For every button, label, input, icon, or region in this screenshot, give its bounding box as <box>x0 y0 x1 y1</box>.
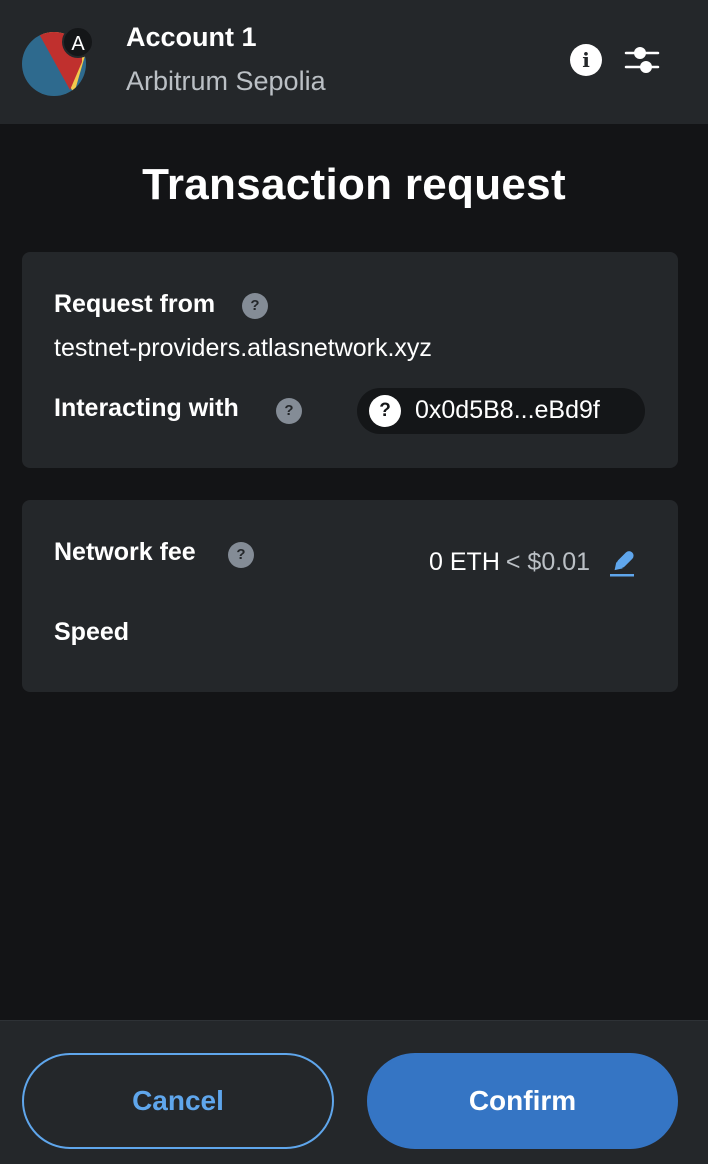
pencil-icon[interactable] <box>608 550 636 578</box>
account-name[interactable]: Account 1 <box>126 22 257 53</box>
network-fee-card: Network fee ? 0 ETH < $0.01 Speed <box>22 500 678 692</box>
contract-address: 0x0d5B8...eBd9f <box>415 396 600 424</box>
network-fee-value: 0 ETH < $0.01 <box>429 548 590 577</box>
page-title: Transaction request <box>142 160 566 209</box>
footer-actions: Cancel Confirm <box>0 1020 708 1164</box>
fee-fiat: < $0.01 <box>505 548 590 576</box>
network-fee-label: Network fee <box>54 538 196 566</box>
info-icon[interactable]: i <box>570 44 602 76</box>
request-from-value: testnet-providers.atlasnetwork.xyz <box>54 334 432 362</box>
network-name: Arbitrum Sepolia <box>126 66 326 96</box>
request-details-card: Request from ? testnet-providers.atlasne… <box>22 252 678 468</box>
request-from-help-icon[interactable]: ? <box>242 293 268 319</box>
cancel-button[interactable]: Cancel <box>22 1053 334 1149</box>
contract-address-pill[interactable]: ? 0x0d5B8...eBd9f <box>357 388 645 434</box>
unknown-contract-icon: ? <box>369 395 401 427</box>
confirm-button[interactable]: Confirm <box>367 1053 678 1149</box>
account-avatar[interactable]: A <box>22 26 94 98</box>
sliders-icon[interactable] <box>624 42 660 78</box>
fee-eth: 0 ETH <box>429 548 500 576</box>
interacting-with-label: Interacting with <box>54 394 239 422</box>
interacting-with-help-icon[interactable]: ? <box>276 398 302 424</box>
network-fee-help-icon[interactable]: ? <box>228 542 254 568</box>
header: A Account 1 Arbitrum Sepolia i <box>0 0 708 124</box>
network-badge: A <box>62 26 94 58</box>
transaction-request-screen: A Account 1 Arbitrum Sepolia i Transacti… <box>0 0 708 1164</box>
speed-label: Speed <box>54 618 130 646</box>
request-from-label: Request from <box>54 290 216 318</box>
